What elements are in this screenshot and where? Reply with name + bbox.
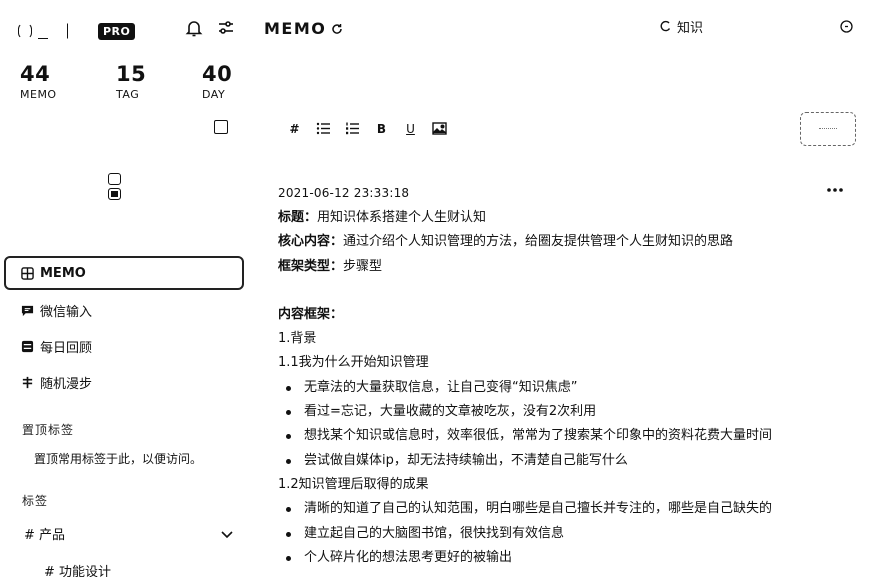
field-value: 用知识体系搭建个人生财认知 [317, 210, 487, 225]
image-button[interactable] [431, 120, 448, 137]
memo-content[interactable]: 标题：用知识体系搭建个人生财认知 核心内容：通过介绍个人知识管理的方法，给圈友提… [278, 206, 858, 570]
image-icon [432, 122, 447, 135]
chat-icon [20, 303, 34, 317]
numbered-list-icon [346, 122, 359, 135]
stat-day: 40 DAY [202, 62, 232, 101]
nav-item-label: 每日回顾 [40, 340, 93, 356]
search-input[interactable] [677, 19, 797, 34]
pinned-tags-title: 置顶标签 [22, 423, 75, 437]
tag-item-product[interactable]: # 产品 [24, 524, 234, 543]
review-icon [20, 339, 34, 353]
bullet-list-button[interactable] [315, 120, 332, 137]
memo-line: 标题：用知识体系搭建个人生财认知 [278, 206, 858, 230]
underline-button[interactable]: U [402, 120, 419, 137]
bullet-list-icon [316, 122, 330, 135]
heatmap-toggle[interactable] [214, 120, 228, 134]
memo-card: 2021-06-12 23:33:18 标题：用知识体系搭建个人生财认知 核心内… [278, 186, 858, 570]
pinned-tags-hint: 置顶常用标签于此，以便访问。 [34, 452, 203, 466]
stat-tag: 15 TAG [116, 62, 146, 101]
stat-value: 40 [202, 62, 233, 86]
header: MEMO [264, 19, 343, 38]
stat-value: 15 [116, 62, 147, 86]
brand: PRO [18, 20, 136, 42]
field-key: 标题： [278, 210, 318, 225]
settings-sliders-icon[interactable] [216, 18, 236, 38]
send-button[interactable] [800, 112, 856, 146]
chevron-down-icon[interactable] [220, 527, 234, 541]
memo-line: 1.1我为什么开始知识管理 [278, 355, 429, 371]
stat-value: 44 [20, 62, 51, 86]
search-icon [660, 20, 671, 32]
bold-button[interactable]: B [373, 120, 390, 137]
nav-item-wechat-input[interactable]: 微信输入 [4, 294, 244, 326]
list-item: 尝试做自媒体ip，却无法持续输出，不清楚自己能写什么 [278, 449, 858, 473]
main-panel: MEMO # B U 2021-06-12 23:33:18 标题：用知识体系搭… [252, 0, 888, 577]
tag-item-feature-design[interactable]: # 功能设计 [44, 561, 111, 577]
bell-icon[interactable] [184, 18, 204, 38]
tag-label: # 产品 [24, 528, 66, 543]
sidebar: PRO 44 MEMO 15 TAG 40 DAY MEMO 微信输入 每日回顾… [0, 0, 252, 577]
heatmap-cell[interactable] [108, 188, 121, 200]
list-item: 个人碎片化的想法思考更好的被输出 [278, 546, 858, 570]
pro-badge: PRO [98, 22, 136, 40]
shuffle-icon [20, 375, 34, 389]
numbered-list-button[interactable] [344, 120, 361, 137]
heatmap [108, 173, 122, 203]
nav-item-memo[interactable]: MEMO [4, 256, 244, 290]
heatmap-cell[interactable] [108, 173, 121, 185]
search-bar[interactable] [660, 19, 860, 34]
sidebar-nav: MEMO 微信输入 每日回顾 随机漫步 [4, 256, 244, 402]
nav-item-daily-review[interactable]: 每日回顾 [4, 330, 244, 362]
memo-line: 1.背景 [278, 331, 317, 347]
grid-icon [20, 266, 34, 280]
clear-search-icon[interactable] [840, 20, 853, 33]
memo-line: 1.2知识管理后取得的成果 [278, 476, 429, 492]
nav-item-random-walk[interactable]: 随机漫步 [4, 366, 244, 398]
field-key: 框架类型： [278, 258, 344, 274]
tags-title: 标签 [22, 494, 49, 508]
refresh-icon[interactable] [331, 23, 343, 35]
nav-item-label: 微信输入 [40, 304, 93, 320]
editor-toolbar: # B U [286, 120, 448, 137]
sidebar-top-icons [184, 18, 236, 38]
stat-label: MEMO [20, 88, 57, 101]
tag-label: # 功能设计 [44, 565, 112, 577]
page-title: MEMO [264, 19, 327, 38]
stat-label: DAY [202, 88, 226, 101]
field-value: 通过介绍个人知识管理的方法，给圈友提供管理个人生财知识的思路 [343, 234, 734, 250]
field-value: 步骤型 [343, 258, 383, 274]
nav-item-label: MEMO [40, 265, 86, 281]
memo-timestamp: 2021-06-12 23:33:18 [278, 186, 410, 200]
bullet-list: 清晰的知道了自己的认知范围，明白哪些是自己擅长并专注的，哪些是自己缺失的 建立起… [278, 497, 858, 570]
list-item: 建立起自己的大脑图书馆，很快找到有效信息 [278, 522, 858, 546]
memo-line: 核心内容：通过介绍个人知识管理的方法，给圈友提供管理个人生财知识的思路 [278, 230, 858, 254]
hashtag-button[interactable]: # [286, 120, 303, 137]
field-key: 核心内容： [278, 234, 344, 250]
memo-line: 框架类型：步骤型 [278, 255, 858, 279]
stat-label: TAG [116, 88, 140, 101]
memo-line: 内容框架： [278, 306, 344, 322]
avatar[interactable] [18, 20, 70, 42]
list-item: 无章法的大量获取信息，让自己变得“知识焦虑” [278, 376, 858, 400]
nav-item-label: 随机漫步 [40, 376, 93, 392]
list-item: 想找某个知识或信息时，效率很低，常常为了搜索某个印象中的资料花费大量时间 [278, 424, 858, 448]
bullet-list: 无章法的大量获取信息，让自己变得“知识焦虑” 看过=忘记，大量收藏的文章被吃灰，… [278, 376, 858, 473]
stat-memo: 44 MEMO [20, 62, 57, 101]
list-item: 清晰的知道了自己的认知范围，明白哪些是自己擅长并专注的，哪些是自己缺失的 [278, 497, 858, 521]
list-item: 看过=忘记，大量收藏的文章被吃灰，没有2次利用 [278, 400, 858, 424]
